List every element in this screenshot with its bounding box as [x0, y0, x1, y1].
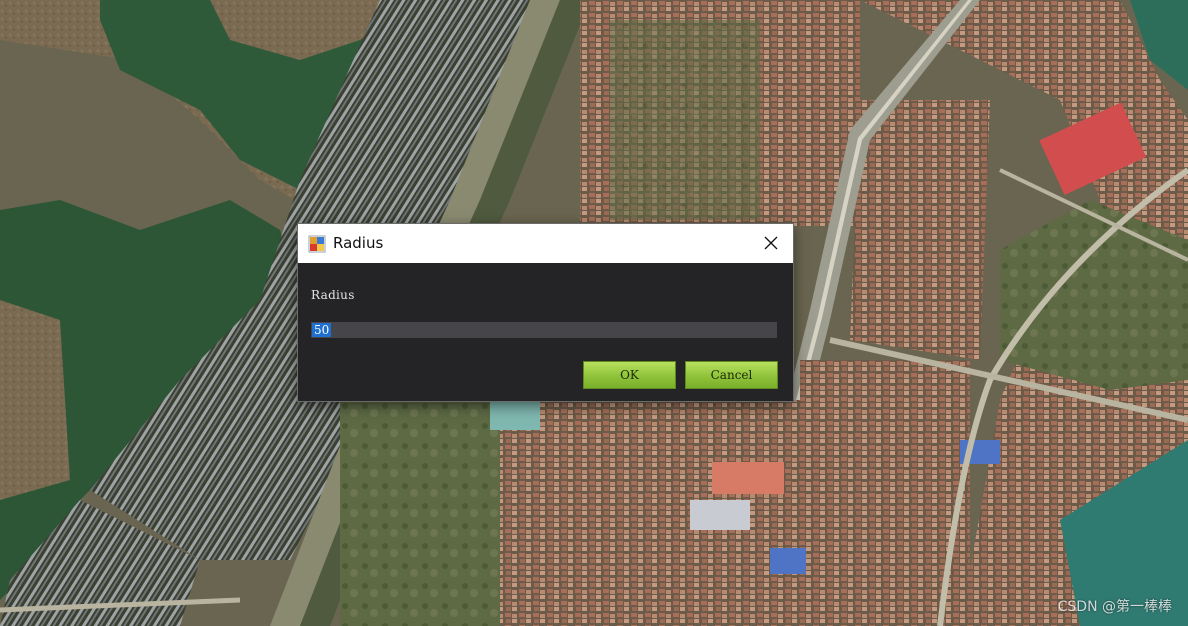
radius-input[interactable]: 50: [311, 322, 777, 338]
dialog-title: Radius: [333, 234, 384, 252]
radius-label: Radius: [311, 288, 355, 302]
close-icon: [764, 236, 778, 250]
radius-dialog: Radius Radius 50 OK Cancel: [298, 224, 793, 401]
cancel-button[interactable]: Cancel: [685, 361, 778, 389]
watermark: CSDN @第一棒棒: [1057, 599, 1172, 615]
dialog-titlebar[interactable]: Radius: [298, 224, 793, 263]
ok-button[interactable]: OK: [583, 361, 676, 389]
radius-input-value: 50: [312, 323, 332, 337]
close-button[interactable]: [755, 228, 787, 259]
app-icon: [308, 235, 326, 253]
